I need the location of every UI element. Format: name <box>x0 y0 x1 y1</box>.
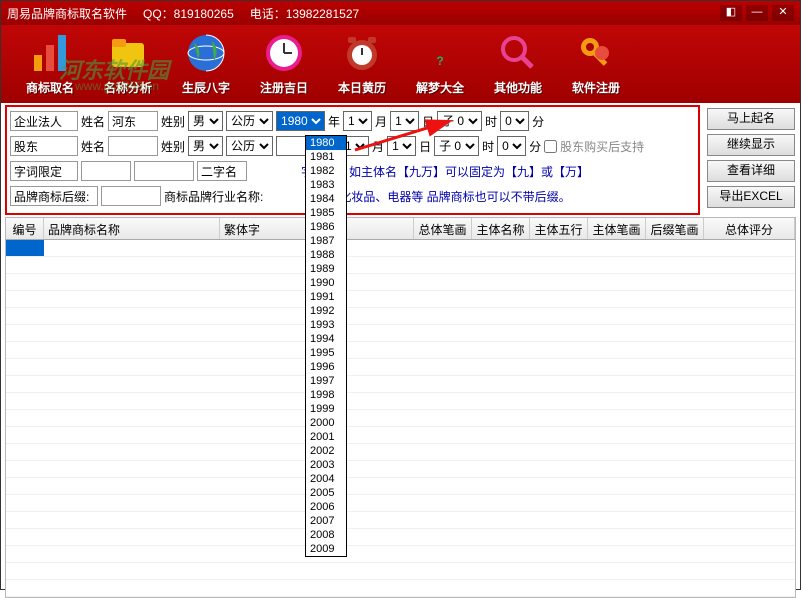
tb-dream[interactable]: ?解梦大全 <box>401 29 479 101</box>
year-option[interactable]: 1983 <box>306 178 346 192</box>
suffix-val[interactable] <box>101 186 161 206</box>
alarm-icon <box>338 29 386 77</box>
btn-continue[interactable]: 继续显示 <box>707 134 795 156</box>
form-area: 姓名 姓别 男 公历 1980 年 1 月 1 日 子 0 时 0 分 姓名 姓… <box>5 105 700 215</box>
year-option[interactable]: 2000 <box>306 416 346 430</box>
year-option[interactable]: 1997 <box>306 374 346 388</box>
tb-register-soft[interactable]: 软件注册 <box>557 29 635 101</box>
year-option[interactable]: 1981 <box>306 150 346 164</box>
cal-1[interactable]: 公历 <box>226 111 273 131</box>
year-option[interactable]: 1995 <box>306 346 346 360</box>
year-option[interactable]: 1987 <box>306 234 346 248</box>
zi-1[interactable]: 子 0 <box>437 111 482 131</box>
year-option[interactable]: 2001 <box>306 430 346 444</box>
min-2[interactable]: 0 <box>497 136 526 156</box>
year-option[interactable]: 1982 <box>306 164 346 178</box>
year-option[interactable]: 2002 <box>306 444 346 458</box>
entity-type-1[interactable] <box>10 111 78 131</box>
year-option[interactable]: 1990 <box>306 276 346 290</box>
day-1[interactable]: 1 <box>390 111 419 131</box>
minimize-button[interactable]: — <box>746 5 768 21</box>
tb-other[interactable]: 其他功能 <box>479 29 557 101</box>
year-option[interactable]: 2006 <box>306 500 346 514</box>
year-option[interactable]: 2003 <box>306 458 346 472</box>
key-icon <box>572 29 620 77</box>
sex-1[interactable]: 男 <box>188 111 223 131</box>
year-option[interactable]: 1992 <box>306 304 346 318</box>
year-dropdown[interactable]: 1980198119821983198419851986198719881989… <box>305 135 347 557</box>
min-1[interactable]: 0 <box>500 111 529 131</box>
folder-icon <box>104 29 152 77</box>
year-option[interactable]: 2004 <box>306 472 346 486</box>
year-option[interactable]: 1980 <box>306 136 346 150</box>
shareholder-check[interactable] <box>544 140 557 153</box>
tel-text: 电话：13982281527 <box>250 5 359 22</box>
grid-header: 编号 品牌商标名称 繁体字 总体笔画 主体名称 主体五行 主体笔画 后缀笔画 总… <box>5 217 796 240</box>
search-icon <box>494 29 542 77</box>
year-1[interactable]: 1980 <box>276 111 325 131</box>
qq-text: QQ：819180265 <box>143 5 234 22</box>
year-option[interactable]: 1984 <box>306 192 346 206</box>
hint-row4: 、化妆品、电器等 品牌商标也可以不带后缀。 <box>327 188 570 205</box>
svg-text:?: ? <box>436 54 443 68</box>
day-2[interactable]: 1 <box>387 136 416 156</box>
sex-2[interactable]: 男 <box>188 136 223 156</box>
btn-detail[interactable]: 查看详细 <box>707 160 795 182</box>
btn-export[interactable]: 导出EXCEL <box>707 186 795 208</box>
year-option[interactable]: 1996 <box>306 360 346 374</box>
year-option[interactable]: 1991 <box>306 290 346 304</box>
year-option[interactable]: 1986 <box>306 220 346 234</box>
selected-cell <box>6 240 44 256</box>
year-option[interactable]: 1989 <box>306 262 346 276</box>
year-option[interactable]: 1994 <box>306 332 346 346</box>
clock-icon <box>260 29 308 77</box>
tb-bazi[interactable]: 生辰八字 <box>167 29 245 101</box>
close-button[interactable]: ✕ <box>772 5 794 21</box>
year-option[interactable]: 1985 <box>306 206 346 220</box>
tb-analysis[interactable]: 名称分析 <box>89 29 167 101</box>
suffix-field[interactable] <box>10 186 98 206</box>
name-input-1[interactable] <box>108 111 158 131</box>
year-option[interactable]: 1999 <box>306 402 346 416</box>
app-title: 周易品牌商标取名软件 <box>7 5 127 22</box>
word-limit[interactable] <box>10 161 78 181</box>
twochar[interactable] <box>197 161 247 181</box>
titlebar: 周易品牌商标取名软件 QQ：819180265 电话：13982281527 ◧… <box>1 1 800 25</box>
skin-button[interactable]: ◧ <box>720 5 742 21</box>
globe-icon <box>182 29 230 77</box>
year-option[interactable]: 2008 <box>306 528 346 542</box>
tb-almanac[interactable]: 本日黄历 <box>323 29 401 101</box>
btn-generate[interactable]: 马上起名 <box>707 108 795 130</box>
name-input-2[interactable] <box>108 136 158 156</box>
month-1[interactable]: 1 <box>343 111 372 131</box>
year-option[interactable]: 1993 <box>306 318 346 332</box>
toolbar: 河东软件园 www.pc0359.cn 商标取名 名称分析 生辰八字 注册吉日 … <box>1 25 800 103</box>
year-option[interactable]: 1998 <box>306 388 346 402</box>
year-option[interactable]: 2009 <box>306 542 346 556</box>
tb-register-day[interactable]: 注册吉日 <box>245 29 323 101</box>
year-option[interactable]: 2007 <box>306 514 346 528</box>
grid-body[interactable] <box>5 240 796 598</box>
cal-2[interactable]: 公历 <box>226 136 273 156</box>
tb-trademark[interactable]: 商标取名 <box>11 29 89 101</box>
entity-type-2[interactable] <box>10 136 78 156</box>
year-option[interactable]: 2005 <box>306 486 346 500</box>
year-option[interactable]: 1988 <box>306 248 346 262</box>
zi-2[interactable]: 子 0 <box>434 136 479 156</box>
word-limit-val2[interactable] <box>134 161 194 181</box>
question-icon: ? <box>416 29 464 77</box>
chart-icon <box>26 29 74 77</box>
result-grid: 编号 品牌商标名称 繁体字 总体笔画 主体名称 主体五行 主体笔画 后缀笔画 总… <box>5 217 796 598</box>
word-limit-val[interactable] <box>81 161 131 181</box>
